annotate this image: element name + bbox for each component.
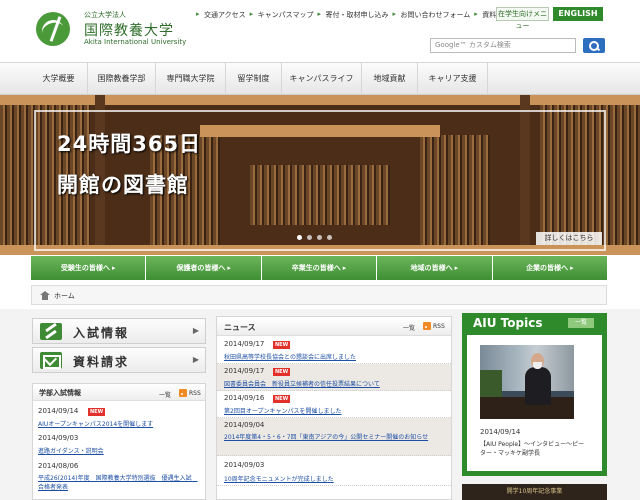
admissions-item-link[interactable]: 平成26(2014)年度 国際教養大学特別選抜 優遇生入試 合格者発表 <box>38 474 203 492</box>
news-item: 2014/09/03 10周年記念モニュメントが完成しました <box>217 456 451 486</box>
admissions-panel: 学部入試情報 一覧 RSS 2014/09/14 NEW AIUオープンキャンパ… <box>32 383 206 500</box>
logo-subtitle: 公立大学法人 <box>84 11 126 19</box>
news-rss-link[interactable]: RSS <box>433 323 445 330</box>
topics-title: AIU Topics <box>473 316 543 330</box>
utility-links: 交通アクセス キャンパスマップ 寄付・取材申し込み お問い合わせフォーム 資料請… <box>196 10 510 20</box>
nav-item-community[interactable]: 地域貢献 <box>362 63 418 94</box>
news-panel: ニュース 一覧 RSS 2014/09/17 NEW 秋田県高等学校長協会との懇… <box>216 316 452 500</box>
audience-community[interactable]: 地域の皆様へ <box>377 256 492 280</box>
news-item: 2014/09/04 2014年度第4・5・6・7回「東南アジアの今」公開セミナ… <box>217 418 451 456</box>
admissions-title: 学部入試情報 <box>39 389 81 397</box>
news-date: 2014/09/04 <box>224 421 265 429</box>
rss-icon[interactable] <box>423 322 431 330</box>
admissions-item-link[interactable]: 進路ガイダンス・説明会 <box>38 446 203 455</box>
admissions-date: 2014/09/14 <box>38 407 79 415</box>
breadcrumb: ホーム <box>31 285 607 305</box>
nav-item-study-abroad[interactable]: 留学制度 <box>226 63 282 94</box>
slider-dots[interactable] <box>297 235 332 240</box>
home-icon[interactable] <box>40 291 50 300</box>
pencil-icon <box>40 323 62 340</box>
new-badge: NEW <box>88 408 106 416</box>
nav-item-campus-life[interactable]: キャンパスライフ <box>282 63 362 94</box>
audience-companies[interactable]: 企業の皆様へ <box>492 256 608 280</box>
hero-more-button[interactable]: 詳しくはこちら <box>536 232 602 245</box>
news-item: 2014/09/17 NEW 図書委員会員会 新役員立候補者の信任投票結果につい… <box>217 364 451 391</box>
admissions-list-link[interactable]: 一覧 <box>159 390 171 399</box>
audience-applicants[interactable]: 受験生の皆様へ <box>31 256 146 280</box>
news-list-link[interactable]: 一覧 <box>403 323 415 332</box>
chevron-right-icon: ▶ <box>192 326 199 335</box>
admissions-date: 2014/08/06 <box>38 462 79 470</box>
util-link-donation[interactable]: 寄付・取材申し込み <box>317 10 388 20</box>
request-materials-label: 資料請求 <box>73 355 130 369</box>
admissions-item-link[interactable]: AIUオープンキャンパス2014を開催します <box>38 419 203 428</box>
news-item: 2014/09/16 NEW 第2回目オープンキャンパスを開催しました <box>217 391 451 418</box>
admissions-date: 2014/09/03 <box>38 434 79 442</box>
university-name[interactable]: 国際教養大学 <box>84 20 174 40</box>
util-link-campus-map[interactable]: キャンパスマップ <box>250 10 314 20</box>
util-link-contact[interactable]: お問い合わせフォーム <box>392 10 470 20</box>
chevron-right-icon: ▶ <box>192 355 199 364</box>
english-button[interactable]: ENGLISH <box>553 7 603 21</box>
news-item-link[interactable]: 秋田県高等学校長協会との懇談会に出席しました <box>224 352 444 361</box>
news-date: 2014/09/17 <box>224 340 265 348</box>
university-name-en: Akita International University <box>84 38 187 46</box>
topics-caption-link[interactable]: 【AIU People】～インタビュー～ピーター・マッキケ副学長 <box>480 440 590 458</box>
nav-item-graduate[interactable]: 専門職大学院 <box>156 63 226 94</box>
student-menu-button[interactable]: 在学生向けメニュー <box>496 7 549 30</box>
news-title: ニュース <box>224 323 256 332</box>
news-item: 2014/09/17 NEW 秋田県高等学校長協会との懇談会に出席しました <box>217 337 451 364</box>
audience-alumni[interactable]: 卒業生の皆様へ <box>261 256 377 280</box>
audience-nav: 受験生の皆様へ 保護者の皆様へ 卒業生の皆様へ 地域の皆様へ 企業の皆様へ <box>31 256 608 280</box>
search-input[interactable]: Google™ カスタム検索 <box>430 38 576 53</box>
topics-date: 2014/09/14 <box>480 428 521 436</box>
news-item-link[interactable]: 図書委員会員会 新役員立候補者の信任投票結果について <box>224 379 444 388</box>
news-date: 2014/09/03 <box>224 461 265 469</box>
hero-title-line1: 24時間365日 <box>57 132 202 156</box>
search-icon[interactable] <box>583 38 605 53</box>
news-item-link[interactable]: 第2回目オープンキャンパスを開催しました <box>224 406 444 415</box>
new-badge: NEW <box>273 341 291 349</box>
topics-list-button[interactable]: 一覧 <box>568 318 594 328</box>
util-link-access[interactable]: 交通アクセス <box>196 10 246 20</box>
nav-item-about[interactable]: 大学概要 <box>30 63 88 94</box>
breadcrumb-home[interactable]: ホーム <box>54 291 75 301</box>
request-materials-button[interactable]: 資料請求 ▶ <box>32 347 206 373</box>
audience-parents[interactable]: 保護者の皆様へ <box>146 256 261 280</box>
main-nav: 大学概要 国際教養学部 専門職大学院 留学制度 キャンパスライフ 地域貢献 キャ… <box>0 62 640 95</box>
news-date: 2014/09/16 <box>224 394 265 402</box>
topics-photo[interactable] <box>480 345 574 419</box>
admissions-rss-link[interactable]: RSS <box>189 390 201 397</box>
anniversary-banner[interactable]: 開学10周年記念事業 <box>462 484 607 500</box>
mail-icon <box>40 352 62 369</box>
admission-info-label: 入試情報 <box>73 326 130 340</box>
rss-icon[interactable] <box>179 389 187 397</box>
nav-item-career[interactable]: キャリア支援 <box>418 63 488 94</box>
new-badge: NEW <box>273 368 291 376</box>
site-header: 公立大学法人 国際教養大学 Akita International Univer… <box>0 0 640 62</box>
admission-info-button[interactable]: 入試情報 ▶ <box>32 318 206 344</box>
hero-title-line2: 開館の図書館 <box>57 173 189 197</box>
news-date: 2014/09/17 <box>224 367 265 375</box>
news-item-link[interactable]: 10周年記念モニュメントが完成しました <box>224 474 444 483</box>
news-item-link[interactable]: 2014年度第4・5・6・7回「東南アジアの今」公開セミナー開催のお知らせ <box>224 433 444 442</box>
nav-item-faculty[interactable]: 国際教養学部 <box>88 63 156 94</box>
new-badge: NEW <box>273 395 291 403</box>
university-logo-icon[interactable] <box>36 12 70 46</box>
